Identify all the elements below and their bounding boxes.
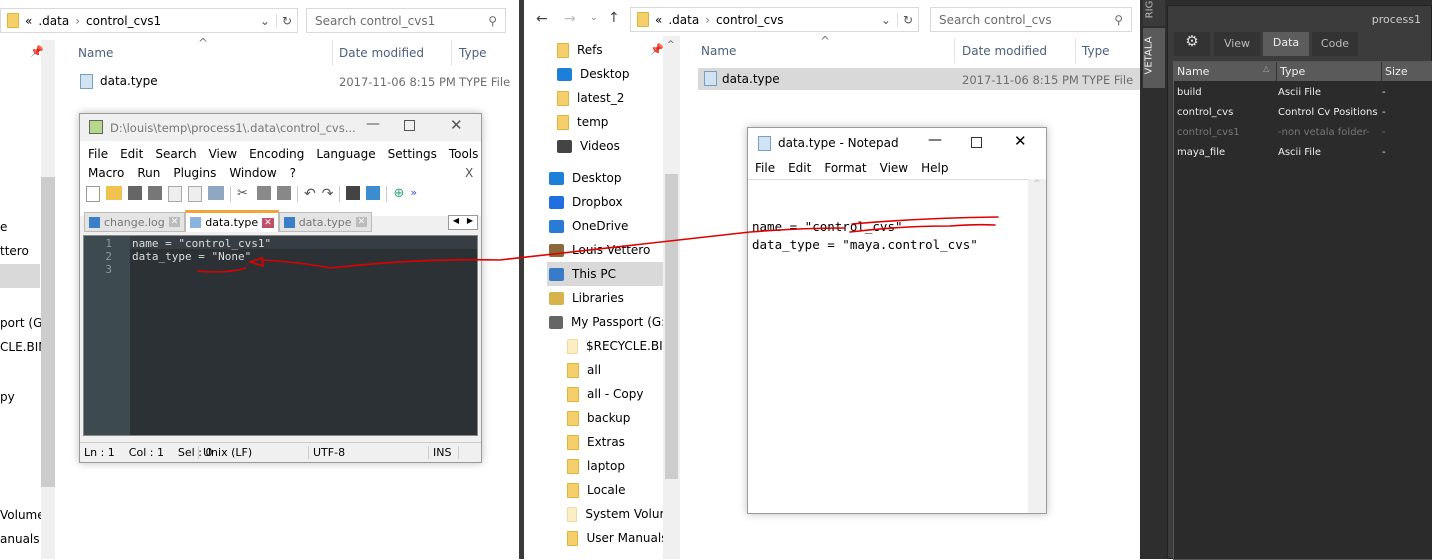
cell-size: - [1382, 86, 1386, 98]
cell-name: build [1177, 86, 1202, 98]
cell-type: -non vetala folder- [1278, 126, 1370, 138]
cell-size: - [1382, 126, 1386, 138]
sort-icon: △ [1263, 64, 1270, 73]
side-tab-vetala[interactable]: VETALA [1143, 28, 1165, 88]
cell-name: maya_file [1177, 146, 1226, 158]
table-row[interactable]: maya_file Ascii File - [1173, 142, 1432, 162]
side-tab-rig[interactable]: RIG [1143, 0, 1165, 26]
table-row[interactable]: control_cvs Control Cv Positions - [1173, 102, 1432, 122]
cell-type: Ascii File [1278, 146, 1322, 158]
cell-size: - [1382, 106, 1386, 118]
column-header-size[interactable]: Size [1385, 65, 1408, 78]
settings-gear-icon[interactable]: ⚙ [1174, 32, 1210, 56]
cell-type: Control Cv Positions [1278, 106, 1378, 118]
table-row[interactable]: control_cvs1 -non vetala folder- - [1173, 122, 1432, 142]
cell-type: Ascii File [1278, 86, 1322, 98]
tab-code[interactable]: Code [1312, 32, 1358, 56]
process-name: process1 [1371, 13, 1421, 26]
annotation-underline-maya [849, 216, 999, 233]
tab-data[interactable]: Data [1263, 32, 1309, 56]
annotation-underline-none [197, 267, 247, 273]
annotation-arrowhead [247, 227, 846, 269]
table-header: Name △ Type Size [1173, 62, 1432, 81]
column-header-type[interactable]: Type [1280, 65, 1305, 78]
tab-view[interactable]: View [1214, 32, 1260, 56]
cell-name: control_cvs [1177, 106, 1234, 118]
cell-name: control_cvs1 [1177, 126, 1240, 138]
cell-size: - [1382, 146, 1386, 158]
column-header-name[interactable]: Name [1177, 65, 1209, 78]
table-row[interactable]: build Ascii File - [1173, 82, 1432, 102]
